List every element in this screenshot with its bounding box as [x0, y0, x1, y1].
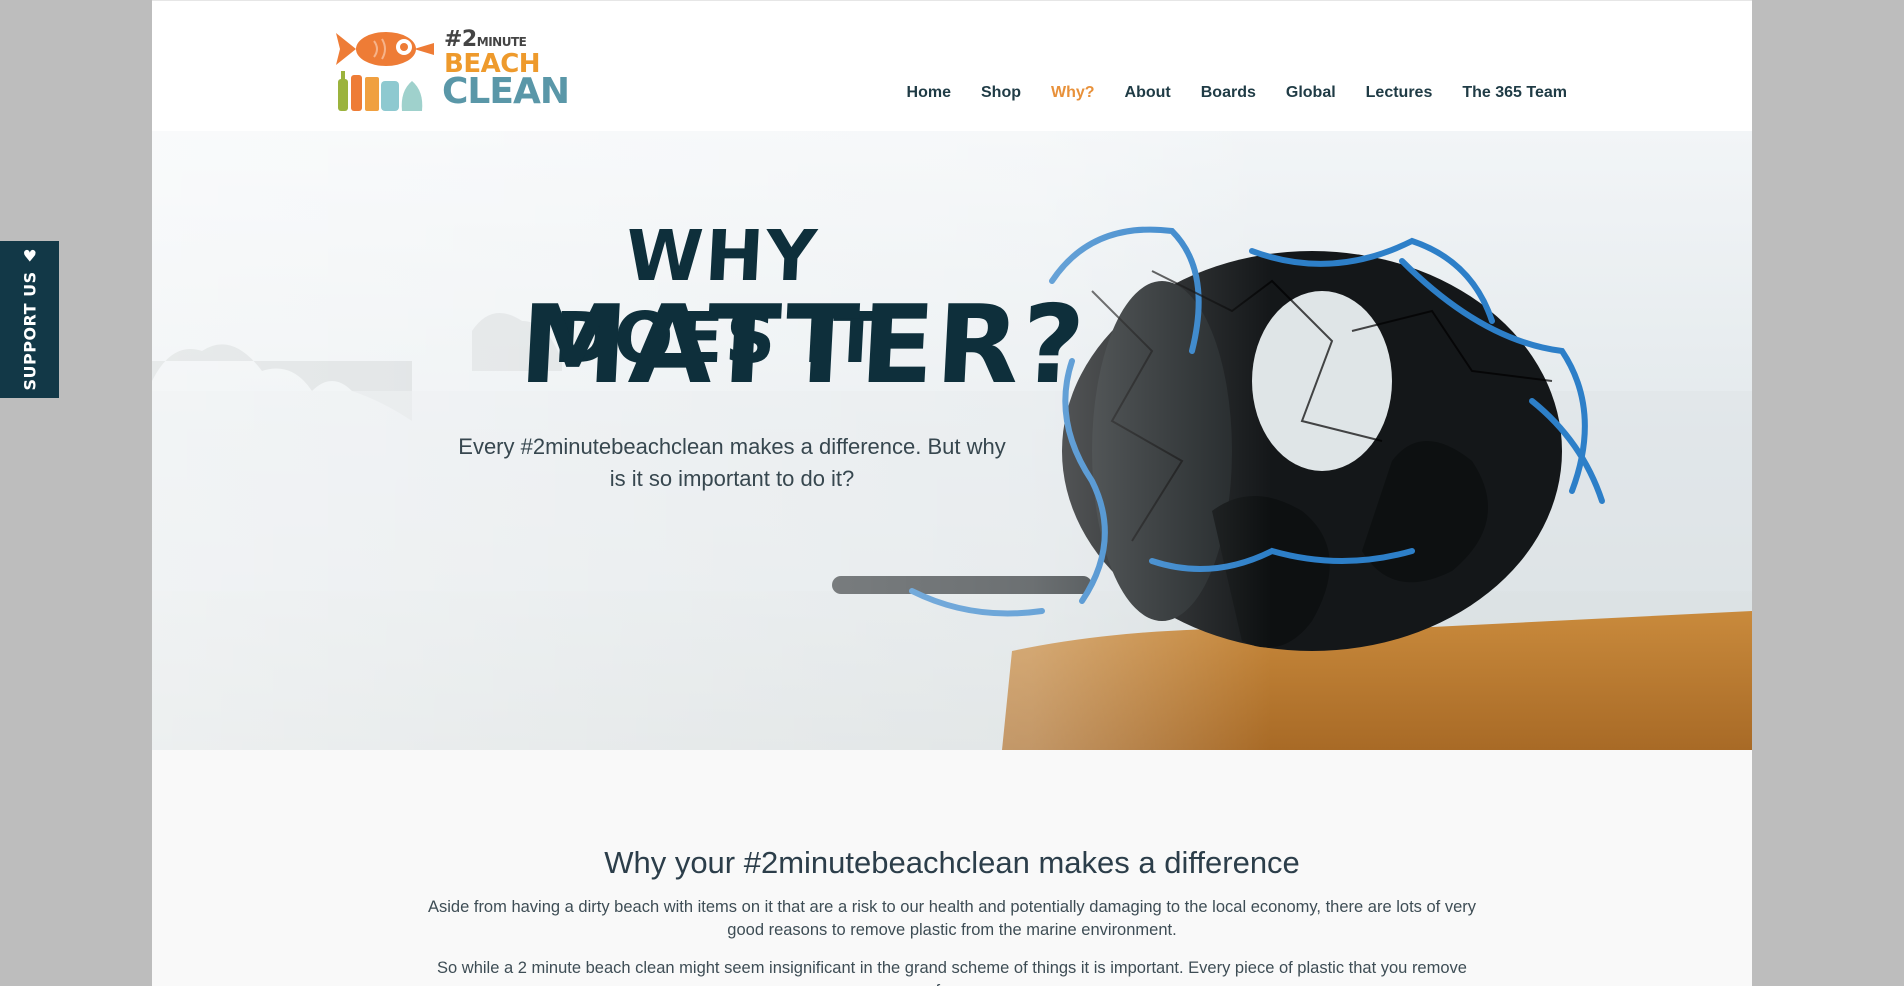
nav-why[interactable]: Why?: [1051, 84, 1095, 102]
paragraph-1: Aside from having a dirty beach with ite…: [428, 898, 1476, 939]
paragraph-2: So while a 2 minute beach clean might se…: [437, 959, 1467, 986]
heart-icon: ♥: [22, 246, 37, 266]
hero-title-line2: MATTER?: [516, 283, 1090, 408]
hero-subtitle: Every #2minutebeachclean makes a differe…: [458, 434, 1006, 491]
logo-text-minute: MINUTE: [476, 35, 527, 49]
support-us-tab[interactable]: SUPPORT US ♥: [0, 241, 59, 398]
content-section: Why your #2minutebeachclean makes a diff…: [152, 750, 1752, 986]
logo-text-clean: CLEAN: [442, 71, 570, 112]
nav-boards[interactable]: Boards: [1201, 84, 1256, 102]
site-header: #2MINUTE BEACH CLEAN Home Shop Why? Abou…: [152, 0, 1752, 131]
fish-logo-icon: [336, 32, 434, 111]
nav-365-team[interactable]: The 365 Team: [1462, 84, 1567, 102]
hero-banner: WHY DOES IT MATTER? Every #2minutebeachc…: [152, 131, 1752, 750]
nav-about[interactable]: About: [1125, 84, 1171, 102]
site-logo[interactable]: #2MINUTE BEACH CLEAN: [334, 25, 570, 115]
nav-home[interactable]: Home: [907, 84, 951, 102]
nav-global[interactable]: Global: [1286, 84, 1336, 102]
section-heading: Why your #2minutebeachclean makes a diff…: [604, 845, 1300, 880]
support-us-label: SUPPORT US: [20, 271, 40, 391]
nav-shop[interactable]: Shop: [981, 84, 1021, 102]
page: #2MINUTE BEACH CLEAN Home Shop Why? Abou…: [152, 0, 1752, 986]
nav-lectures[interactable]: Lectures: [1366, 84, 1433, 102]
main-nav: Home Shop Why? About Boards Global Lectu…: [877, 84, 1567, 102]
